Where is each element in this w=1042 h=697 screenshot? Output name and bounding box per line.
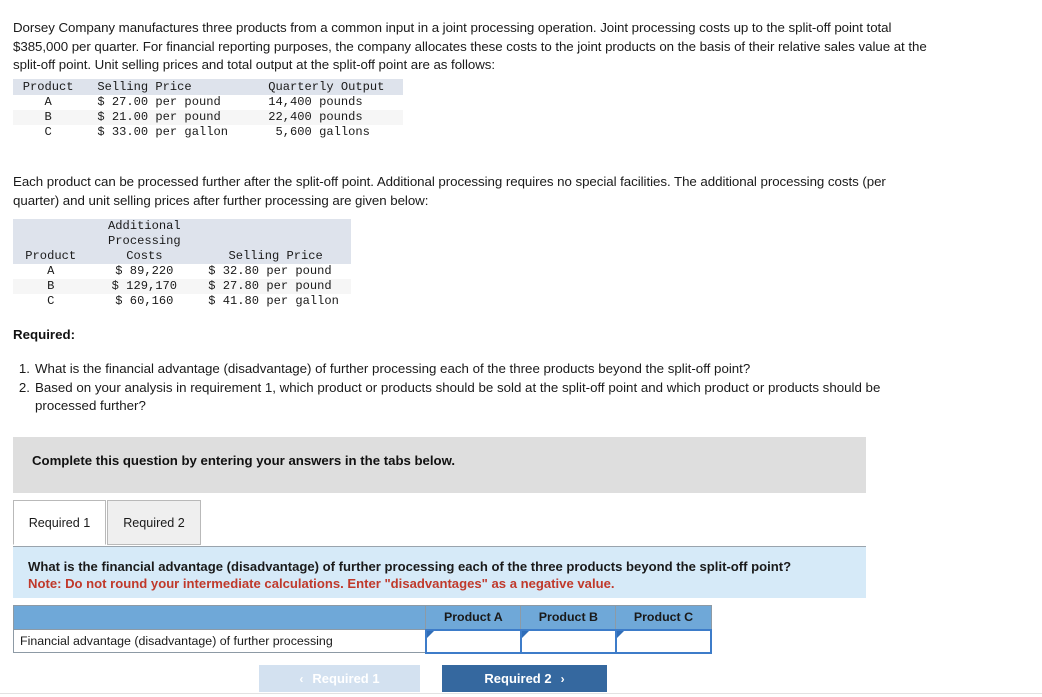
table-one-product-c: C bbox=[44, 125, 52, 139]
table-one-output-c: 5,600 gallons bbox=[268, 125, 370, 139]
table-row: B $ 21.00 per pound 22,400 pounds bbox=[13, 110, 403, 125]
table-one-header-selling-price: Selling Price bbox=[83, 79, 257, 95]
tab-required-1[interactable]: Required 1 bbox=[13, 500, 106, 545]
answer-grid: Product A Product B Product C Financial … bbox=[12, 605, 713, 654]
table-one-header-product: Product bbox=[13, 79, 84, 95]
table-two-header-spacer-2 bbox=[200, 219, 351, 234]
previous-required-1-button[interactable]: ‹ Required 1 bbox=[259, 665, 420, 692]
further-processing-data-table: Additional Processing Product Costs Sell… bbox=[13, 219, 351, 309]
complete-question-banner-text: Complete this question by entering your … bbox=[32, 453, 456, 468]
table-one-header-quarterly-output: Quarterly Output bbox=[256, 79, 403, 95]
next-required-2-button[interactable]: Required 2 › bbox=[442, 665, 607, 692]
table-row: C $ 60,160 $ 41.80 per gallon bbox=[13, 294, 351, 309]
table-two-header-processing: Processing bbox=[88, 234, 201, 249]
required-item-1-text: What is the financial advantage (disadva… bbox=[35, 361, 751, 376]
answer-input-product-c[interactable] bbox=[616, 630, 710, 652]
middle-paragraph: Each product can be processed further af… bbox=[13, 174, 886, 208]
table-two-header-additional: Additional bbox=[88, 219, 201, 234]
required-item-2-number: 2. bbox=[18, 379, 30, 395]
table-two-header: Additional Processing Product Costs Sell… bbox=[13, 219, 351, 264]
table-one-price-c: $ 33.00 per gallon bbox=[97, 125, 228, 139]
answer-input-product-a[interactable] bbox=[426, 630, 520, 652]
table-two-cost-b: $ 129,170 bbox=[88, 279, 201, 294]
table-two-product-a: A bbox=[47, 264, 55, 278]
table-two-cost-a: $ 89,220 bbox=[115, 264, 174, 278]
intro-paragraph: Dorsey Company manufactures three produc… bbox=[13, 20, 927, 73]
required-heading: Required: bbox=[13, 327, 76, 342]
table-one-product-b: B bbox=[13, 110, 84, 125]
table-row: Product A Product B Product C bbox=[12, 605, 712, 630]
table-row: A $ 27.00 per pound 14,400 pounds bbox=[13, 95, 403, 110]
table-row: Product Costs Selling Price bbox=[13, 249, 351, 264]
table-one-price-a: $ 27.00 per pound bbox=[97, 95, 221, 109]
table-two-price-a: $ 32.80 per pound bbox=[208, 264, 332, 278]
table-two-product-b: B bbox=[13, 279, 89, 294]
table-two-body: A $ 89,220 $ 32.80 per pound B $ 129,170… bbox=[13, 264, 351, 309]
table-row: B $ 129,170 $ 27.80 per pound bbox=[13, 279, 351, 294]
next-button-label: Required 2 bbox=[484, 671, 552, 686]
table-two-header-costs: Costs bbox=[88, 249, 201, 264]
previous-button-label: Required 1 bbox=[312, 671, 380, 686]
table-one-header: Product Selling Price Quarterly Output bbox=[13, 79, 403, 95]
table-two-header-selling-price: Selling Price bbox=[200, 249, 351, 264]
instruction-question: What is the financial advantage (disadva… bbox=[28, 559, 792, 574]
answer-grid-row-label: Financial advantage (disadvantage) of fu… bbox=[12, 629, 427, 653]
answer-cell-product-b[interactable] bbox=[519, 628, 617, 654]
required-item-1-number: 1. bbox=[18, 361, 30, 376]
table-one-price-b: $ 21.00 per pound bbox=[83, 110, 257, 125]
table-row: C $ 33.00 per gallon 5,600 gallons bbox=[13, 125, 403, 140]
table-one-output-a: 14,400 pounds bbox=[268, 95, 363, 109]
answer-cell-product-c[interactable] bbox=[614, 628, 713, 654]
table-one-output-b: 22,400 pounds bbox=[256, 110, 403, 125]
table-two-price-c: $ 41.80 per gallon bbox=[208, 294, 339, 308]
tab-strip: Required 1 Required 2 bbox=[13, 500, 866, 546]
cell-marker-icon bbox=[616, 630, 624, 638]
answer-grid-body: Financial advantage (disadvantage) of fu… bbox=[12, 628, 713, 654]
required-item-2-text: Based on your analysis in requirement 1,… bbox=[35, 379, 881, 414]
table-one-body: A $ 27.00 per pound 14,400 pounds B $ 21… bbox=[13, 95, 403, 140]
answer-grid-header-product-c: Product C bbox=[615, 605, 712, 630]
list-item: 2. Based on your analysis in requirement… bbox=[13, 379, 913, 416]
table-two-header-spacer bbox=[13, 219, 89, 234]
list-item: 1. What is the financial advantage (disa… bbox=[13, 360, 913, 379]
complete-question-banner: Complete this question by entering your … bbox=[13, 437, 866, 493]
required-list: 1. What is the financial advantage (disa… bbox=[13, 360, 913, 416]
table-two-cost-c: $ 60,160 bbox=[115, 294, 174, 308]
cell-marker-icon bbox=[521, 630, 529, 638]
table-row: Financial advantage (disadvantage) of fu… bbox=[12, 628, 713, 654]
page-bottom-divider bbox=[0, 693, 1042, 694]
answer-grid-blank-header bbox=[12, 605, 427, 630]
tab-required-1-label: Required 1 bbox=[28, 515, 91, 530]
answer-grid-header: Product A Product B Product C bbox=[12, 605, 712, 630]
chevron-right-icon: › bbox=[560, 671, 565, 686]
tab-required-2[interactable]: Required 2 bbox=[107, 500, 201, 545]
table-two-header-spacer-3 bbox=[13, 234, 89, 249]
table-one-product-a: A bbox=[44, 95, 52, 109]
table-two-header-spacer-4 bbox=[200, 234, 351, 249]
table-two-header-product: Product bbox=[13, 249, 89, 264]
table-row: A $ 89,220 $ 32.80 per pound bbox=[13, 264, 351, 279]
question-page: Dorsey Company manufactures three produc… bbox=[0, 0, 1042, 697]
split-off-data-table: Product Selling Price Quarterly Output A… bbox=[13, 79, 403, 140]
table-two-product-c: C bbox=[47, 294, 55, 308]
answer-input-product-b[interactable] bbox=[521, 630, 615, 652]
table-row: Product Selling Price Quarterly Output bbox=[13, 79, 403, 95]
cell-marker-icon bbox=[426, 630, 434, 638]
answer-grid-header-product-b: Product B bbox=[520, 605, 617, 630]
table-row: Processing bbox=[13, 234, 351, 249]
instruction-note: Note: Do not round your intermediate cal… bbox=[28, 576, 615, 591]
table-row: Additional bbox=[13, 219, 351, 234]
tab-required-2-label: Required 2 bbox=[123, 515, 185, 530]
instruction-panel: What is the financial advantage (disadva… bbox=[13, 546, 866, 598]
chevron-left-icon: ‹ bbox=[299, 671, 304, 686]
answer-cell-product-a[interactable] bbox=[424, 628, 522, 654]
answer-grid-header-product-a: Product A bbox=[425, 605, 522, 630]
table-two-price-b: $ 27.80 per pound bbox=[200, 279, 351, 294]
